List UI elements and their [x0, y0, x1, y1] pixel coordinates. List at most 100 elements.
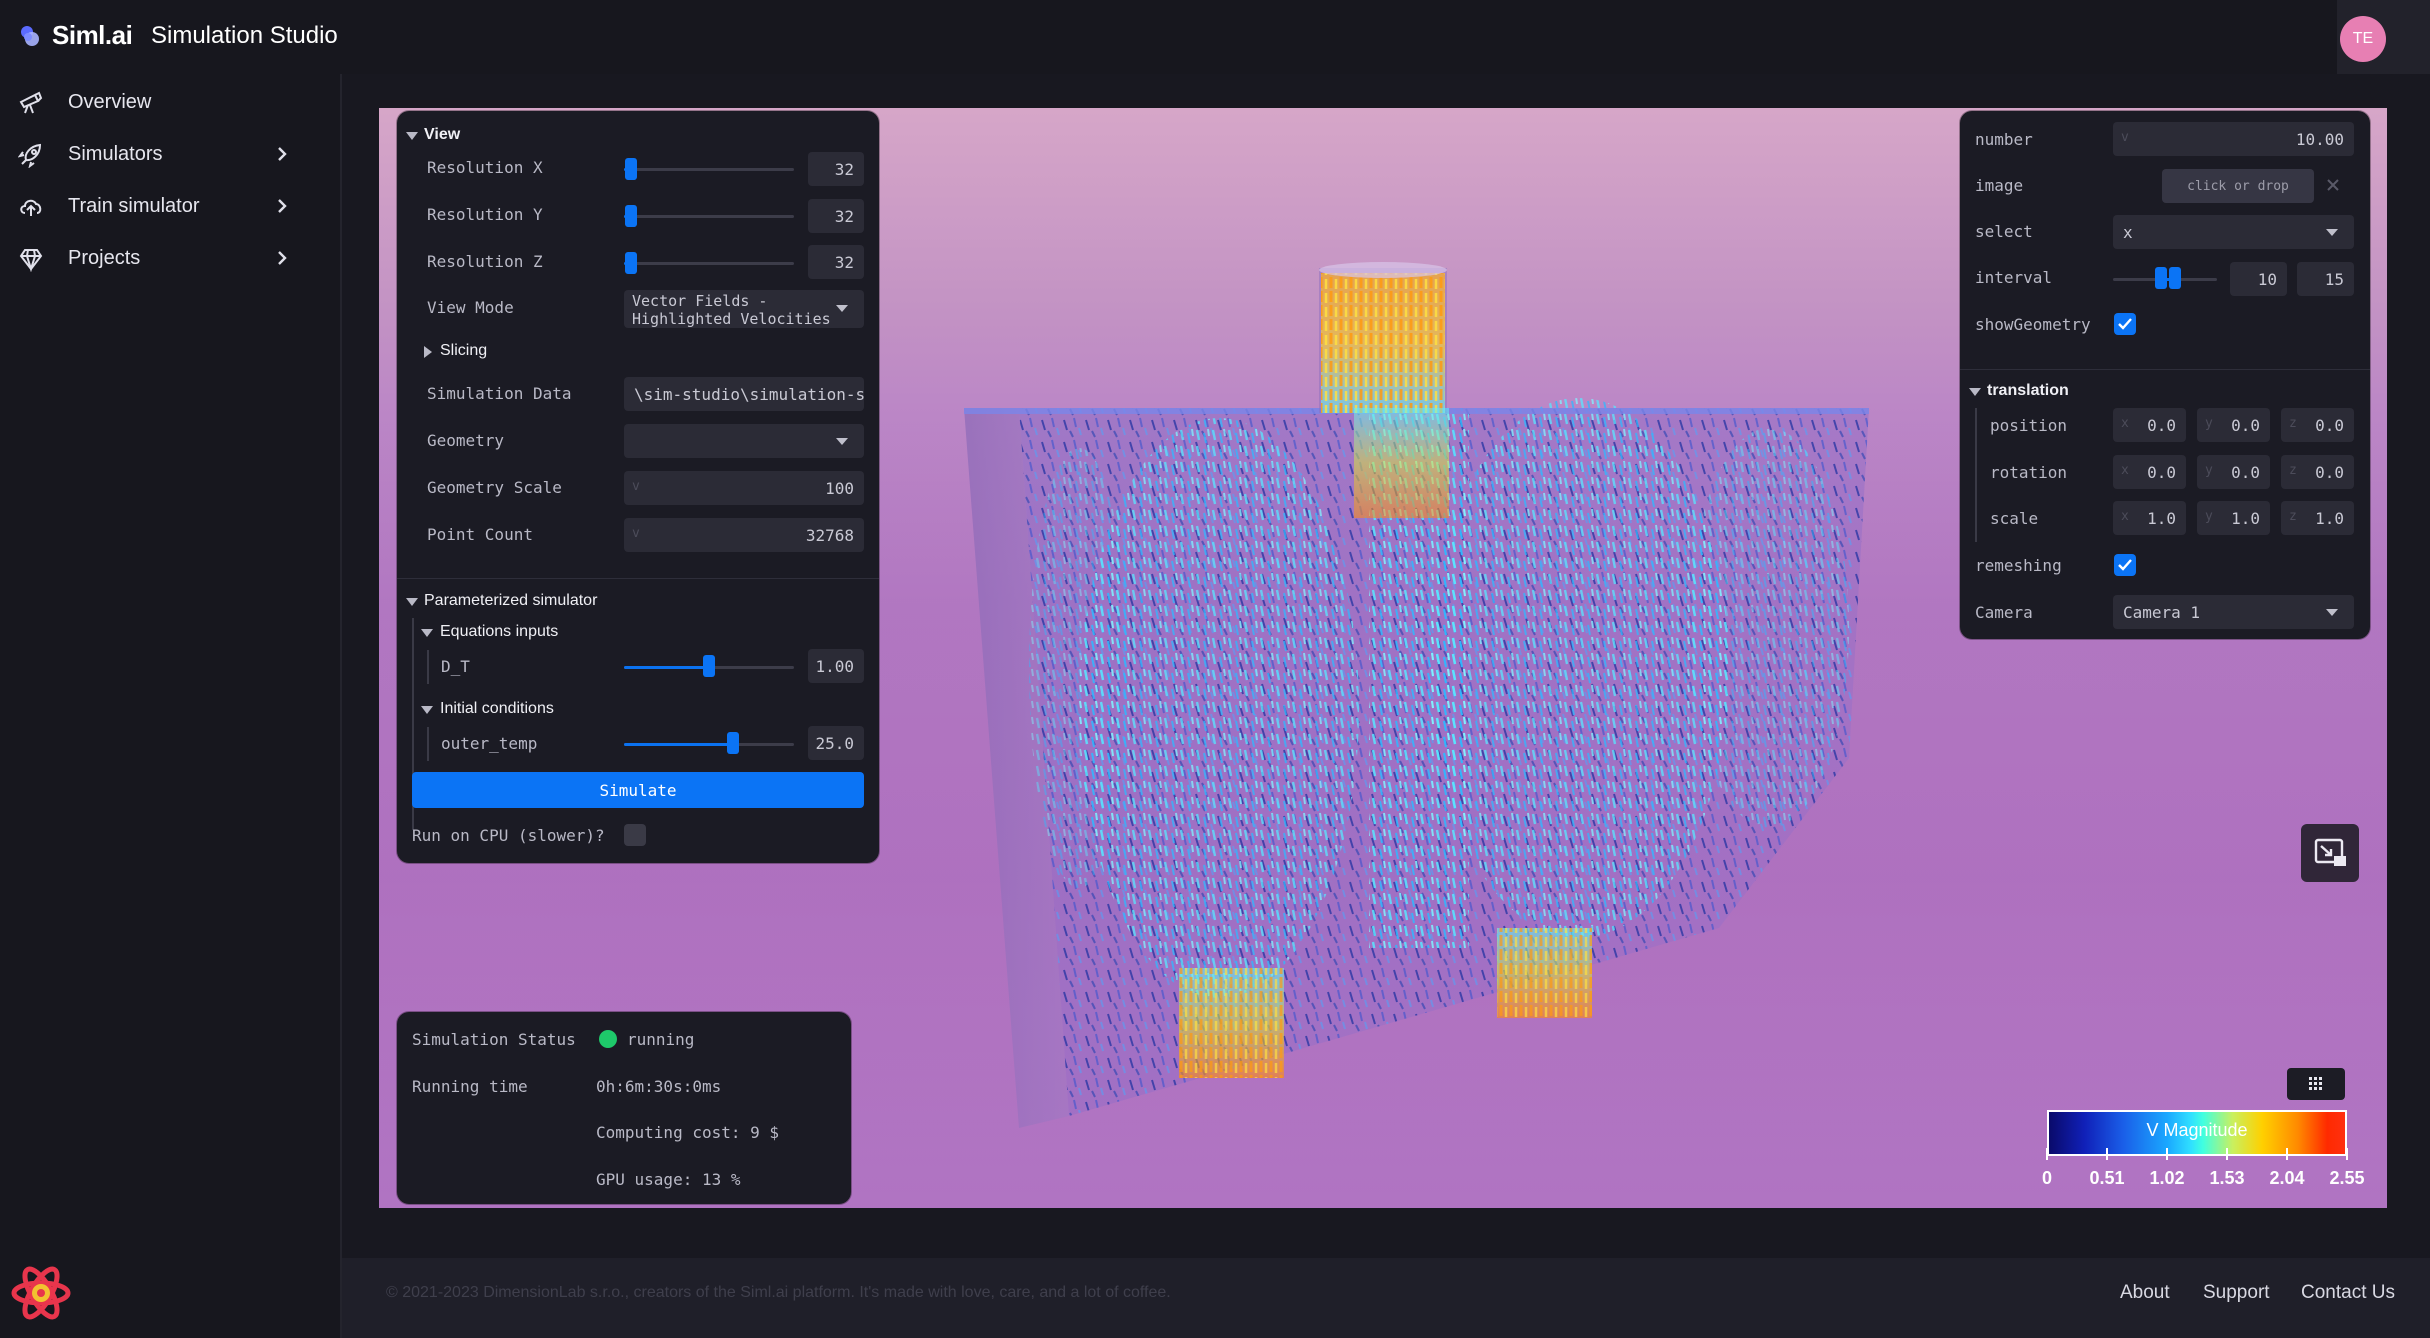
sidebar-item-projects[interactable]: Projects: [0, 234, 340, 282]
gpu-usage-value: GPU usage: 13 %: [596, 1170, 741, 1189]
footer-link-about[interactable]: About: [2120, 1282, 2170, 1304]
scale-label: scale: [1990, 509, 2039, 528]
colorbar-tick-label: 2.04: [2269, 1168, 2305, 1188]
slicing-section-title[interactable]: Slicing: [440, 342, 487, 360]
rotation-x-input[interactable]: x 0.0: [2113, 455, 2186, 489]
field-axis-label: v: [632, 479, 640, 494]
resolution-x-slider[interactable]: [624, 168, 794, 171]
interval-max-input[interactable]: 15: [2297, 262, 2354, 296]
select-label: select: [1975, 222, 2033, 241]
geometry-scale-input[interactable]: v 100: [624, 471, 864, 505]
resolution-y-slider[interactable]: [624, 215, 794, 218]
expand-triangle-icon[interactable]: [424, 346, 432, 358]
footer-copyright: © 2021-2023 DimensionLab s.r.o., creator…: [386, 1284, 1171, 1301]
view-mode-label: View Mode: [427, 298, 514, 317]
interval-max-thumb[interactable]: [2169, 267, 2182, 289]
field-axis-label: z: [2289, 416, 2297, 431]
position-y-input[interactable]: y 0.0: [2197, 408, 2270, 442]
simulate-button[interactable]: Simulate: [412, 772, 864, 808]
sidebar-item-simulators[interactable]: Simulators: [0, 130, 340, 178]
resolution-z-slider[interactable]: [624, 262, 794, 265]
collapse-triangle-icon[interactable]: [421, 629, 433, 637]
image-dropzone[interactable]: click or drop: [2162, 169, 2314, 203]
siml-logo-icon[interactable]: [18, 24, 42, 48]
remeshing-checkbox[interactable]: [2114, 554, 2136, 576]
colorbar-tick-mark: [2346, 1148, 2348, 1160]
cloud-upload-icon: [20, 199, 42, 216]
scale-x-input[interactable]: x 1.0: [2113, 501, 2186, 535]
field-axis-label: y: [2205, 509, 2213, 524]
equations-inputs-title[interactable]: Equations inputs: [440, 623, 558, 641]
run-on-cpu-checkbox[interactable]: [624, 824, 646, 846]
outer-temp-slider[interactable]: [624, 743, 794, 746]
collapse-triangle-icon[interactable]: [1969, 388, 1981, 396]
resolution-z-input[interactable]: 32: [808, 245, 864, 279]
outer-temp-label: outer_temp: [441, 734, 538, 753]
resolution-x-input[interactable]: 32: [808, 152, 864, 186]
geometry-scale-label: Geometry Scale: [427, 478, 562, 497]
field-axis-label: v: [2121, 130, 2129, 145]
rotation-z-input[interactable]: z 0.0: [2281, 455, 2354, 489]
geometry-select[interactable]: [624, 424, 864, 458]
sidebar-item-label: Overview: [68, 91, 152, 113]
dt-thumb[interactable]: [703, 655, 715, 677]
translation-section-title[interactable]: translation: [1987, 382, 2069, 400]
position-z-input[interactable]: z 0.0: [2281, 408, 2354, 442]
initial-conditions-title[interactable]: Initial conditions: [440, 700, 554, 718]
camera-select[interactable]: Camera 1: [2113, 595, 2354, 629]
field-axis-label: x: [2121, 416, 2129, 431]
collapse-triangle-icon[interactable]: [406, 132, 418, 140]
scale-z-input[interactable]: z 1.0: [2281, 501, 2354, 535]
simulation-data-input[interactable]: \sim-studio\simulation-st: [624, 377, 864, 411]
logo-text[interactable]: Siml.ai: [52, 20, 133, 51]
position-y-value: 0.0: [2231, 415, 2260, 435]
position-x-input[interactable]: x 0.0: [2113, 408, 2186, 442]
scale-y-input[interactable]: y 1.0: [2197, 501, 2270, 535]
resolution-x-label: Resolution X: [427, 158, 543, 177]
interval-min-thumb[interactable]: [2154, 267, 2167, 289]
tree-guide-line: [427, 727, 429, 761]
status-indicator-dot: [599, 1030, 617, 1048]
clear-icon[interactable]: [2326, 178, 2340, 192]
colorbar-tick-label: 1.53: [2209, 1168, 2245, 1188]
sidebar-item-train-simulator[interactable]: Train simulator: [0, 182, 340, 230]
outer-temp-input[interactable]: 25.0: [808, 726, 864, 760]
rotation-label: rotation: [1990, 463, 2068, 482]
outer-temp-thumb[interactable]: [726, 732, 739, 754]
rotation-y-input[interactable]: y 0.0: [2197, 455, 2270, 489]
resolution-x-thumb[interactable]: [624, 158, 637, 180]
react-devtools-icon[interactable]: [10, 1262, 72, 1324]
param-sim-section-title[interactable]: Parameterized simulator: [424, 592, 597, 610]
scale-y-value: 1.0: [2231, 508, 2260, 528]
dt-input[interactable]: 1.00: [808, 649, 864, 683]
resolution-y-thumb[interactable]: [624, 205, 637, 227]
footer-link-support[interactable]: Support: [2203, 1282, 2270, 1304]
select-dropdown[interactable]: x: [2113, 215, 2354, 249]
sidebar-item-overview[interactable]: Overview: [0, 78, 340, 126]
collapse-triangle-icon[interactable]: [406, 598, 418, 606]
dt-label: D_T: [441, 657, 470, 676]
user-avatar[interactable]: TE: [2340, 16, 2386, 62]
resolution-z-thumb[interactable]: [624, 252, 637, 274]
sidebar-item-label: Train simulator: [68, 195, 200, 217]
point-count-input[interactable]: v 32768: [624, 518, 864, 552]
colorbar-tick-mark: [2166, 1148, 2168, 1160]
resolution-y-input[interactable]: 32: [808, 199, 864, 233]
field-axis-label: v: [632, 526, 640, 541]
collapse-triangle-icon[interactable]: [421, 706, 433, 714]
telescope-icon: [19, 91, 43, 114]
field-axis-label: y: [2205, 463, 2213, 478]
interval-min-input[interactable]: 10: [2230, 262, 2287, 296]
view-section-title[interactable]: View: [424, 126, 460, 144]
chevron-right-icon: [278, 147, 287, 161]
rotation-y-value: 0.0: [2231, 462, 2260, 482]
show-geometry-checkbox[interactable]: [2114, 313, 2136, 335]
number-label: number: [1975, 130, 2033, 149]
rotation-z-value: 0.0: [2315, 462, 2344, 482]
number-input[interactable]: v 10.00: [2113, 122, 2354, 156]
screenshot-button[interactable]: [2301, 824, 2359, 882]
footer-link-contact[interactable]: Contact Us: [2301, 1282, 2395, 1304]
view-mode-select[interactable]: Vector Fields - Highlighted Velocities: [624, 290, 864, 328]
colorbar-tick-mark: [2226, 1148, 2228, 1160]
legend-toggle-button[interactable]: [2287, 1068, 2345, 1100]
